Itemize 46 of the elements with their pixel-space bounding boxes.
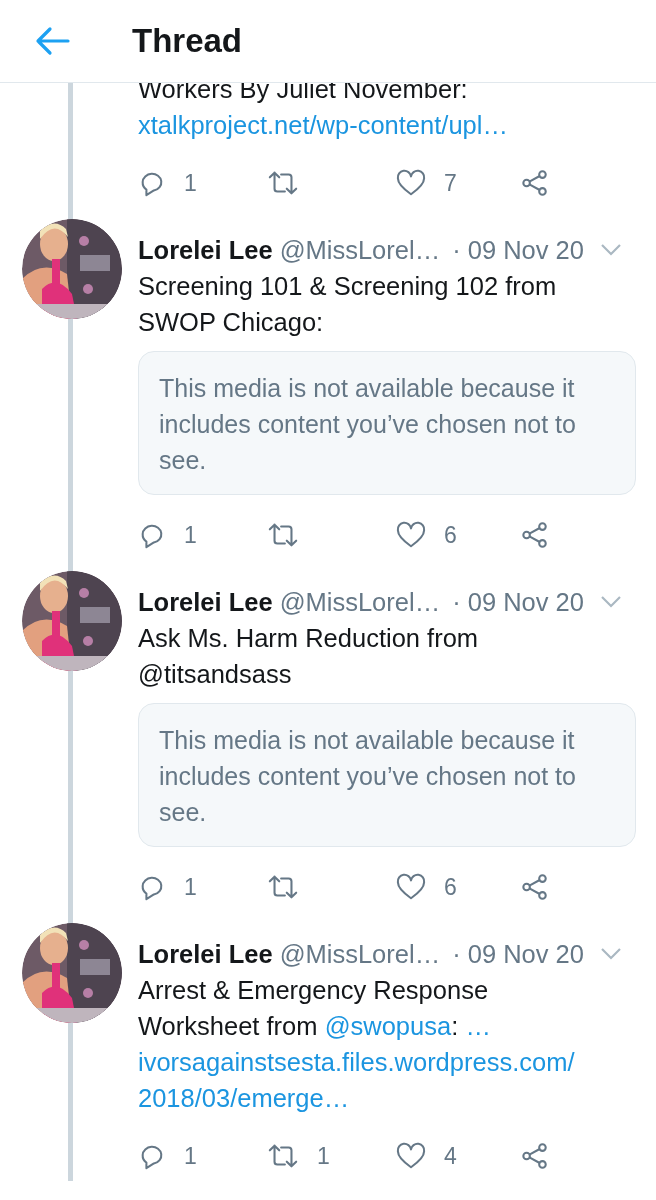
reply-count: 1 [184, 521, 197, 549]
author-handle[interactable]: @MissLorel… [279, 939, 441, 969]
reply-count: 1 [184, 169, 197, 197]
author-name[interactable]: Lorelei Lee [138, 235, 273, 265]
reply-count: 1 [184, 1142, 197, 1170]
share-icon[interactable] [521, 521, 549, 549]
page-title: Thread [132, 22, 243, 60]
back-arrow-icon[interactable] [34, 26, 70, 56]
retweet-count: 1 [317, 1142, 330, 1170]
heart-icon[interactable] [396, 521, 426, 549]
tweet-text: Arrest & Emergency Response [138, 976, 489, 1004]
author-handle[interactable]: @MissLorel… [279, 235, 441, 265]
like-count: 6 [444, 873, 457, 901]
link[interactable]: @swopusa [324, 1012, 452, 1040]
reply-count: 1 [184, 873, 197, 901]
author-name[interactable]: Lorelei Lee [138, 587, 273, 617]
author-handle[interactable]: @MissLorel… [279, 587, 441, 617]
tweet-text: SWOP Chicago: [138, 308, 324, 336]
link[interactable]: ivorsagainstsesta.files.wordpress.com/ [138, 1048, 575, 1076]
like-count: 4 [444, 1142, 457, 1170]
retweet-icon[interactable] [267, 169, 299, 197]
share-icon[interactable] [521, 1142, 549, 1170]
retweet-icon[interactable] [267, 873, 299, 901]
tweet-date: · 09 Nov 20 [452, 587, 584, 617]
author-name[interactable]: Lorelei Lee [138, 939, 273, 969]
tweet-text: @titsandsass [138, 660, 292, 688]
tweet-date: · 09 Nov 20 [452, 235, 584, 265]
link[interactable]: … [465, 1012, 491, 1040]
tweet-text: Ask Ms. Harm Reduction from [138, 624, 479, 652]
share-icon[interactable] [521, 169, 549, 197]
heart-icon[interactable] [396, 873, 426, 901]
like-count: 7 [444, 169, 457, 197]
heart-icon[interactable] [396, 169, 426, 197]
heart-icon[interactable] [396, 1142, 426, 1170]
tweet-text: Worksheet from [138, 1012, 318, 1040]
tweet-text: : [451, 1012, 459, 1040]
like-count: 6 [444, 521, 457, 549]
tweet-date: · 09 Nov 20 [452, 939, 584, 969]
link[interactable]: xtalkproject.net/wp-content/upl… [138, 111, 508, 139]
share-icon[interactable] [521, 873, 549, 901]
media-notice: This media is not available because it includes content you’ve chosen not to see. [138, 703, 636, 847]
retweet-icon[interactable] [267, 1142, 299, 1170]
link[interactable]: 2018/03/emerge… [138, 1084, 350, 1112]
tweet-text: Screening 101 & Screening 102 from [138, 272, 557, 300]
retweet-icon[interactable] [267, 521, 299, 549]
media-notice: This media is not available because it includes content you’ve chosen not to see. [138, 351, 636, 495]
